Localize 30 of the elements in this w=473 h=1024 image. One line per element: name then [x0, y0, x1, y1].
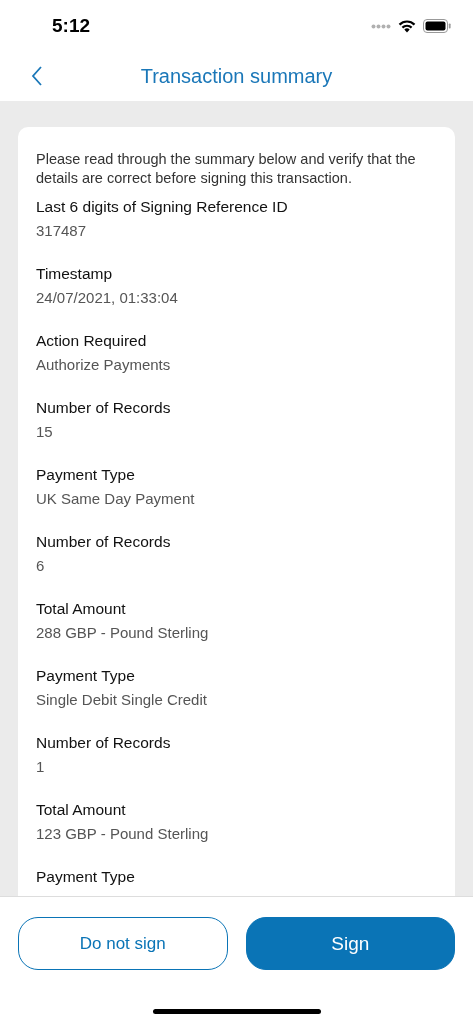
field-value: 24/07/2021, 01:33:04	[36, 288, 179, 308]
intro-text: Please read through the summary below and verify that the details are correct before signing this transaction.	[36, 150, 417, 188]
field-label: Total Amount	[36, 800, 127, 820]
field-label: Total Amount	[36, 599, 127, 619]
field-label: Action Required	[36, 331, 148, 351]
field-label: Payment Type	[36, 867, 136, 887]
battery-icon	[423, 19, 451, 33]
field-value: 6	[36, 556, 46, 576]
field-label: Number of Records	[36, 398, 172, 418]
field-label: Timestamp	[36, 264, 114, 284]
status-time: 5:12	[52, 15, 91, 37]
field-value: Single Debit Single Credit	[36, 690, 208, 710]
field-value: 317487	[36, 221, 88, 241]
field-value: Authorize Payments	[36, 355, 172, 375]
field-label: Number of Records	[36, 733, 172, 753]
back-icon[interactable]	[31, 66, 43, 86]
field-value: 288 GBP - Pound Sterling	[36, 623, 210, 643]
field-label: Last 6 digits of Signing Reference ID	[36, 197, 289, 217]
decline-button[interactable]: Do not sign	[18, 917, 228, 970]
field-value: UK Same Day Payment	[36, 489, 196, 509]
field-value: 15	[36, 422, 54, 442]
page-title: Transaction summary	[140, 65, 333, 88]
field-value: 123 GBP - Pound Sterling	[36, 824, 210, 844]
field-label: Payment Type	[36, 465, 136, 485]
field-label: Payment Type	[36, 666, 136, 686]
field-value: 1	[36, 757, 46, 777]
signal-icon	[371, 23, 391, 29]
sign-button[interactable]: Sign	[245, 917, 455, 970]
field-label: Number of Records	[36, 532, 172, 552]
wifi-icon	[398, 19, 416, 33]
